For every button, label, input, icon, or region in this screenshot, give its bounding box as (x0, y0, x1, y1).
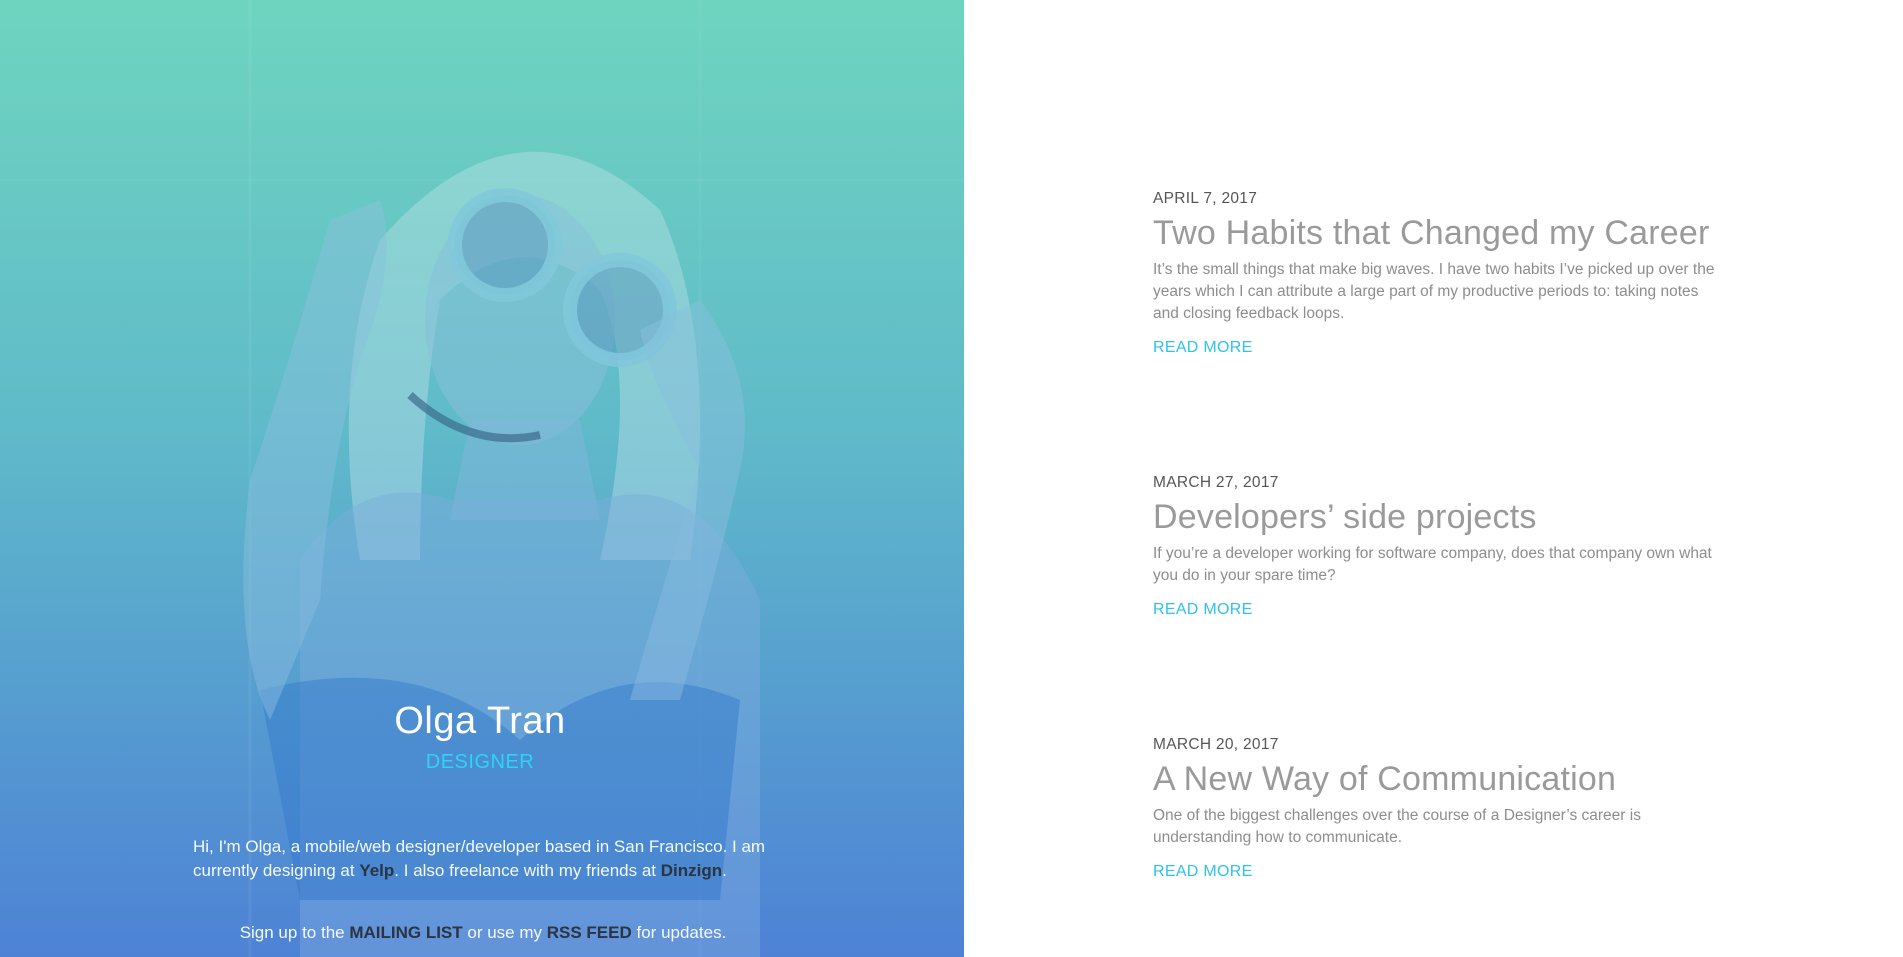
read-more-link[interactable]: READ MORE (1153, 601, 1253, 619)
signup-text-middle: or use my (462, 923, 547, 942)
profile-bio: Hi, I'm Olga, a mobile/web designer/deve… (193, 835, 773, 883)
post-item: MARCH 27, 2017 Developers’ side projects… (1153, 474, 1743, 619)
signup-line: Sign up to the MAILING LIST or use my RS… (193, 923, 773, 943)
profile-header: Olga Tran DESIGNER (190, 700, 770, 774)
read-more-link[interactable]: READ MORE (1153, 339, 1253, 357)
hero-gradient-overlay (0, 0, 964, 957)
bio-text-suffix: . (722, 861, 727, 880)
freelance-link-dinzign[interactable]: Dinzign (661, 861, 722, 880)
post-date: MARCH 27, 2017 (1153, 474, 1279, 491)
mailing-list-link[interactable]: MAILING LIST (349, 923, 462, 942)
post-date: APRIL 7, 2017 (1153, 190, 1258, 207)
rss-feed-link[interactable]: RSS FEED (547, 923, 632, 942)
post-title-link[interactable]: A New Way of Communication (1153, 760, 1743, 799)
post-title-link[interactable]: Developers’ side projects (1153, 498, 1743, 537)
profile-name: Olga Tran (394, 700, 566, 742)
company-link-yelp[interactable]: Yelp (359, 861, 394, 880)
post-excerpt: One of the biggest challenges over the c… (1153, 807, 1641, 846)
signup-text-prefix: Sign up to the (239, 923, 350, 942)
post-date: MARCH 20, 2017 (1153, 736, 1279, 753)
hero-panel: Olga Tran DESIGNER Hi, I'm Olga, a mobil… (0, 0, 964, 957)
profile-role: DESIGNER (425, 751, 535, 773)
read-more-link[interactable]: READ MORE (1153, 863, 1253, 881)
signup-text-suffix: for updates. (631, 923, 727, 942)
post-excerpt: It’s the small things that make big wave… (1153, 261, 1715, 322)
post-title-link[interactable]: Two Habits that Changed my Career (1153, 214, 1743, 253)
post-item: APRIL 7, 2017 Two Habits that Changed my… (1153, 190, 1743, 357)
post-item: MARCH 20, 2017 A New Way of Communicatio… (1153, 736, 1743, 881)
bio-text-middle: . I also freelance with my friends at (394, 861, 661, 880)
post-excerpt: If you’re a developer working for softwa… (1153, 545, 1712, 584)
